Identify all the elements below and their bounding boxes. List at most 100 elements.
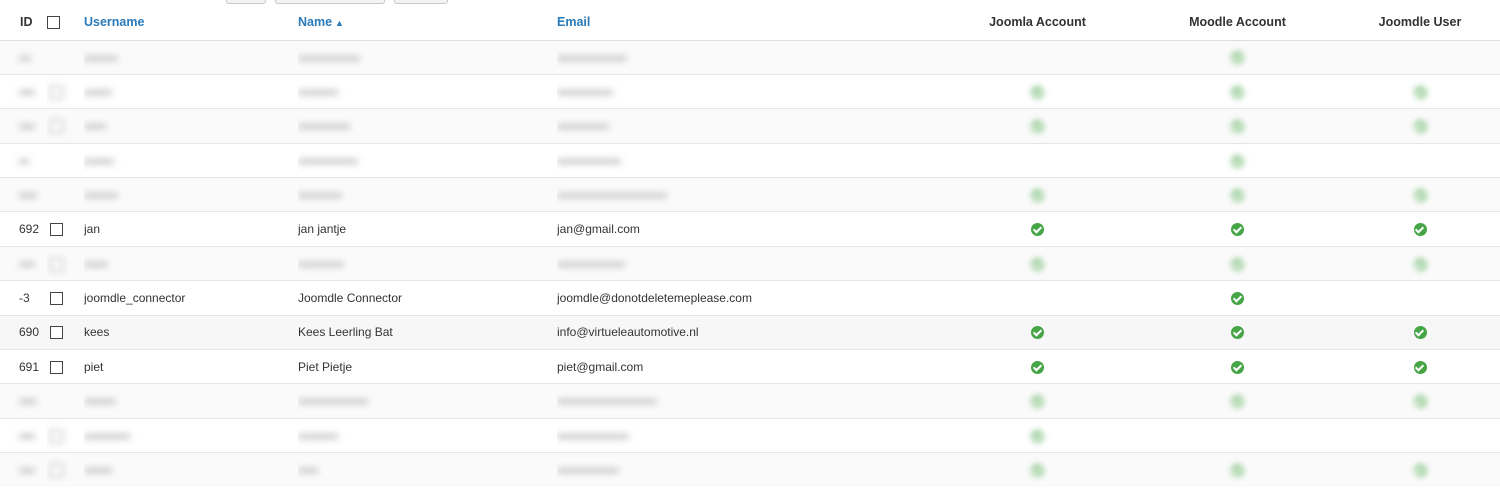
cell-select xyxy=(47,384,84,418)
redacted-text xyxy=(557,158,621,164)
column-header-joomla-account: Joomla Account xyxy=(940,4,1135,41)
check-circle-icon xyxy=(1231,51,1244,65)
redacted-text xyxy=(557,89,613,95)
cell-email: jan@gmail.com xyxy=(557,212,940,246)
row-checkbox[interactable] xyxy=(50,360,63,374)
column-header-name[interactable]: Name ▲ xyxy=(298,4,557,41)
cell-moodle xyxy=(1135,74,1340,108)
cell-name: Piet Pietje xyxy=(298,350,557,384)
check-circle-icon xyxy=(1231,360,1244,374)
check-circle-icon xyxy=(1231,395,1244,409)
redacted-text xyxy=(557,399,657,405)
redacted-text xyxy=(84,193,118,199)
cell-joomdle xyxy=(1340,384,1500,418)
redacted-text xyxy=(84,55,118,61)
email-header-label: Email xyxy=(557,14,591,29)
cell-joomla xyxy=(940,178,1135,212)
cell-joomdle xyxy=(1340,350,1500,384)
redacted-text xyxy=(84,261,108,267)
cell-name xyxy=(298,109,557,143)
cell-select xyxy=(47,40,84,74)
redacted-text xyxy=(84,433,130,439)
table-row[interactable]: 692 jan jan jantje jan@gmail.com xyxy=(0,211,1500,247)
check-circle-icon xyxy=(1031,85,1044,99)
table-row[interactable] xyxy=(0,246,1500,281)
cell-name: Joomdle Connector xyxy=(298,281,557,315)
cell-name-text: Joomdle Connector xyxy=(298,290,403,305)
table-header-row: ID Username Name ▲ Email Joomla Account M… xyxy=(0,4,1500,41)
table-row[interactable] xyxy=(0,40,1500,75)
cell-select xyxy=(47,74,84,108)
redacted-text xyxy=(84,89,112,95)
check-circle-icon xyxy=(1231,464,1244,478)
redacted-text xyxy=(557,55,627,61)
check-circle-icon xyxy=(1413,360,1427,374)
cell-joomla xyxy=(940,40,1135,74)
cell-name-text: Kees Leerling Bat xyxy=(298,325,393,340)
redacted-text xyxy=(298,433,338,439)
redacted-text xyxy=(84,124,106,130)
check-circle-icon xyxy=(1231,120,1244,134)
check-circle-icon xyxy=(1413,120,1427,134)
cell-joomla xyxy=(940,246,1135,280)
row-checkbox[interactable] xyxy=(50,429,63,443)
redacted-text xyxy=(19,399,37,405)
cell-id xyxy=(0,453,47,487)
cell-email xyxy=(557,178,940,212)
cell-name xyxy=(298,246,557,280)
cell-joomdle xyxy=(1340,281,1500,315)
column-header-id[interactable]: ID xyxy=(0,4,47,41)
table-row[interactable]: 690 kees Kees Leerling Bat info@virtueleaut… xyxy=(0,315,1500,350)
redacted-text xyxy=(298,55,360,61)
cell-email-text: jan@gmail.com xyxy=(557,222,640,237)
check-circle-icon xyxy=(1031,429,1044,443)
row-checkbox[interactable] xyxy=(50,120,63,134)
cell-name xyxy=(298,178,557,212)
row-checkbox[interactable] xyxy=(50,326,63,340)
row-checkbox[interactable] xyxy=(50,223,63,237)
row-checkbox[interactable] xyxy=(50,257,63,271)
cell-select xyxy=(47,109,84,143)
cell-id: 692 xyxy=(0,212,47,246)
table-row[interactable] xyxy=(0,383,1500,419)
select-all-cell xyxy=(47,4,84,41)
redacted-text xyxy=(19,55,31,61)
cell-id xyxy=(0,418,47,452)
cell-id xyxy=(0,178,47,212)
redacted-text xyxy=(84,158,114,164)
cell-joomla xyxy=(940,315,1135,349)
table-row[interactable] xyxy=(0,452,1500,488)
table-row[interactable] xyxy=(0,418,1500,453)
row-checkbox[interactable] xyxy=(50,85,63,99)
table-row[interactable] xyxy=(0,143,1500,178)
column-header-email[interactable]: Email xyxy=(557,4,940,41)
cell-id-text: 690 xyxy=(19,325,40,340)
table-row[interactable] xyxy=(0,74,1500,109)
select-all-checkbox[interactable] xyxy=(47,15,60,29)
table-row[interactable] xyxy=(0,108,1500,144)
cell-joomla xyxy=(940,350,1135,384)
table-row[interactable] xyxy=(0,177,1500,212)
cell-id xyxy=(0,74,47,108)
cell-select xyxy=(47,281,84,315)
check-circle-icon xyxy=(1031,223,1044,237)
row-checkbox[interactable] xyxy=(50,464,63,478)
redacted-text xyxy=(557,193,667,199)
cell-joomdle xyxy=(1340,315,1500,349)
cell-select xyxy=(47,315,84,349)
row-checkbox[interactable] xyxy=(50,292,63,306)
table-row[interactable]: -3 joomdle_connector Joomdle Connector joom… xyxy=(0,280,1500,316)
check-circle-icon xyxy=(1231,223,1244,237)
cell-moodle xyxy=(1135,40,1340,74)
table-row[interactable]: 691 piet Piet Pietje piet@gmail.com xyxy=(0,349,1500,384)
column-header-username[interactable]: Username xyxy=(84,4,298,41)
cell-id xyxy=(0,40,47,74)
column-header-moodle-account: Moodle Account xyxy=(1135,4,1340,41)
cell-moodle xyxy=(1135,384,1340,418)
cell-name-text: jan jantje xyxy=(298,222,347,237)
cell-email: joomdle@donotdeletemeplease.com xyxy=(557,281,940,315)
redacted-text xyxy=(19,158,29,164)
cell-email: info@virtueleautomotive.nl xyxy=(557,315,940,349)
cell-moodle xyxy=(1135,109,1340,143)
name-header-label: Name xyxy=(298,14,333,29)
